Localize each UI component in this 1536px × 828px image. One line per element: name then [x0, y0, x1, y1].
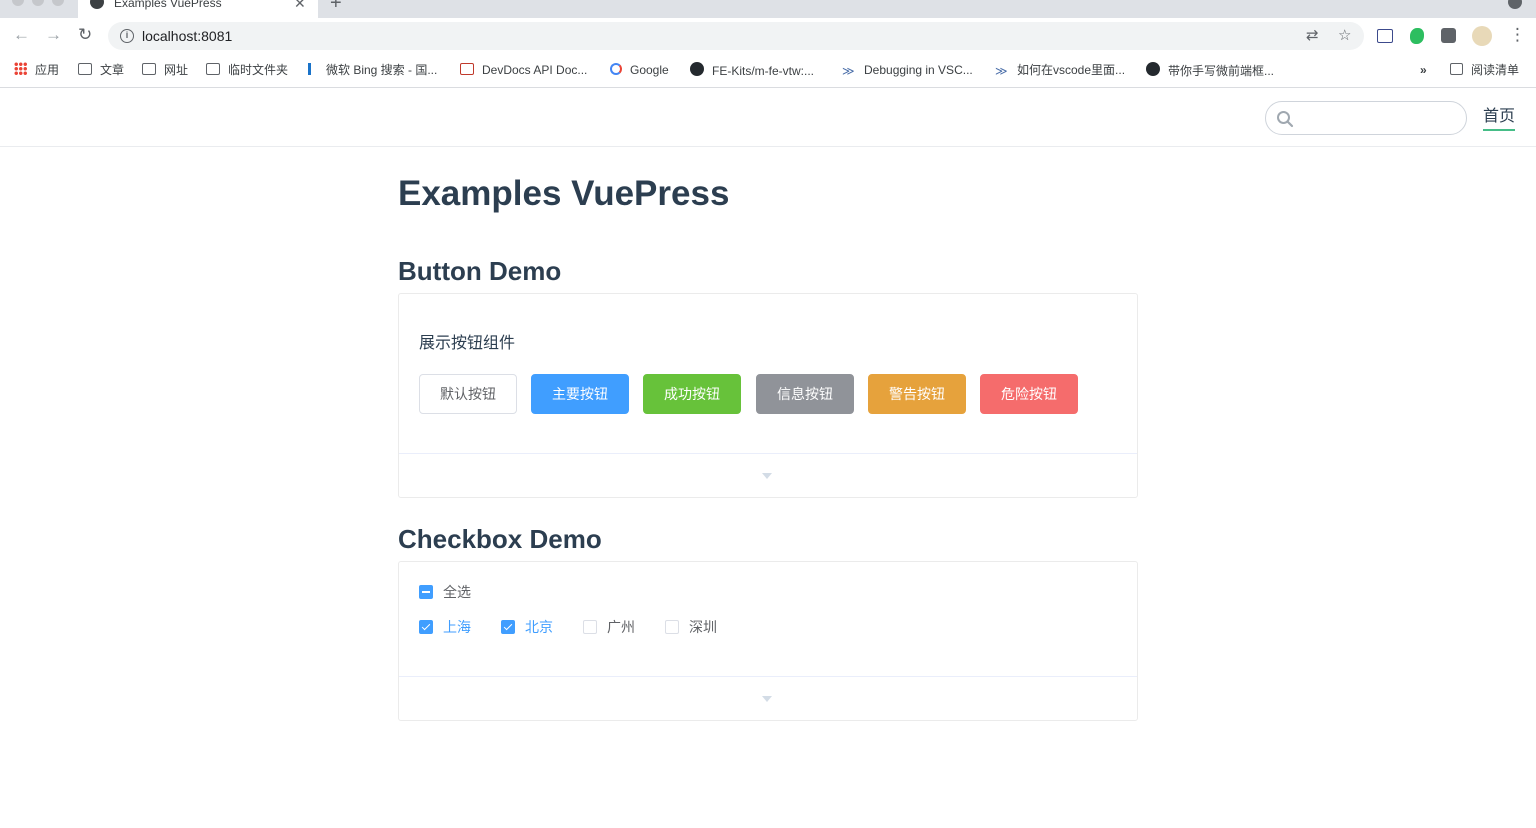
nav-link-home[interactable]: 首页 — [1483, 107, 1516, 131]
github-icon — [690, 62, 704, 76]
bookmarks-bar: 应用 文章 网址 临时文件夹 微软 Bing 搜索 - 国... DevDocs… — [0, 52, 1536, 88]
checkbox-icon[interactable] — [665, 620, 679, 634]
browser-toolbar: ← → ↻ i localhost:8081 ⇄ ☆ ⋮ — [0, 18, 1536, 52]
caret-down-icon — [762, 696, 772, 702]
bookmark-label: 如何在vscode里面... — [1017, 63, 1126, 77]
caret-down-icon — [762, 473, 772, 479]
search-icon — [1277, 111, 1294, 128]
bookmark-folder-articles[interactable]: 文章 — [78, 62, 124, 78]
folder-icon — [78, 63, 92, 75]
back-arrow-icon[interactable]: ← — [13, 26, 30, 44]
default-button[interactable]: 默认按钮 — [419, 374, 517, 414]
page-title: Examples VuePress — [398, 174, 730, 213]
browser-menu-icon[interactable]: ⋮ — [1509, 26, 1526, 44]
bookmark-label: 应用 — [35, 63, 60, 77]
google-icon — [610, 63, 622, 75]
bookmark-bing[interactable]: 微软 Bing 搜索 - 国... — [308, 62, 437, 78]
bing-icon — [308, 63, 318, 75]
bookmark-label: DevDocs API Doc... — [482, 63, 588, 77]
site-navbar: 首页 — [0, 89, 1536, 147]
reading-list-label: 阅读清单 — [1471, 63, 1520, 77]
bookmark-vscode-debugging[interactable]: ≫ Debugging in VSC... — [842, 62, 973, 78]
warning-button[interactable]: 警告按钮 — [868, 374, 966, 414]
bookmark-label: FE-Kits/m-fe-vtw:... — [712, 64, 814, 78]
apps-grid-icon — [14, 62, 27, 75]
address-url[interactable]: localhost:8081 — [142, 28, 232, 44]
folder-icon — [142, 63, 156, 75]
success-button[interactable]: 成功按钮 — [643, 374, 741, 414]
devdocs-icon — [460, 63, 474, 75]
bookmark-folder-sites[interactable]: 网址 — [142, 62, 188, 78]
bookmark-devdocs[interactable]: DevDocs API Doc... — [460, 62, 587, 78]
window-close-control[interactable] — [12, 0, 24, 6]
site-info-icon[interactable]: i — [120, 29, 134, 43]
new-tab-button[interactable]: + — [330, 0, 342, 13]
info-button[interactable]: 信息按钮 — [756, 374, 854, 414]
danger-button[interactable]: 危险按钮 — [980, 374, 1078, 414]
reading-list-icon — [1450, 63, 1463, 75]
window-minimize-control[interactable] — [32, 0, 44, 6]
checkbox-demo-block: 全选 上海 北京 广州 深圳 — [398, 561, 1138, 721]
bookmark-vscode-howto[interactable]: ≫ 如何在vscode里面... — [995, 62, 1125, 78]
bookmark-label: Google — [630, 63, 669, 77]
extensions-puzzle-icon[interactable] — [1441, 28, 1456, 43]
tab-manager-extension-icon[interactable] — [1377, 29, 1393, 43]
bookmark-star-icon[interactable]: ☆ — [1338, 27, 1351, 45]
button-demo-block: 展示按钮组件 默认按钮 主要按钮 成功按钮 信息按钮 警告按钮 危险按钮 — [398, 293, 1138, 498]
button-demo-expand-control[interactable] — [399, 453, 1137, 497]
checkbox-label: 广州 — [607, 619, 635, 635]
bookmark-label: 文章 — [100, 63, 125, 77]
github-icon — [1146, 62, 1160, 76]
bookmark-label: 带你手写微前端框... — [1168, 64, 1275, 78]
reload-icon[interactable]: ↻ — [78, 26, 92, 44]
bookmark-apps[interactable]: 应用 — [14, 62, 59, 78]
checkbox-label: 上海 — [443, 619, 471, 635]
bookmark-google[interactable]: Google — [610, 62, 669, 78]
bookmark-folder-temp[interactable]: 临时文件夹 — [206, 62, 288, 78]
tab-search-icon[interactable] — [1508, 0, 1522, 9]
checkbox-indeterminate-icon[interactable] — [419, 585, 433, 599]
bookmark-label: 网址 — [164, 63, 189, 77]
evernote-extension-icon[interactable] — [1410, 28, 1424, 44]
bookmark-github-microfrontend[interactable]: 带你手写微前端框... — [1146, 62, 1274, 79]
browser-tab-strip: Examples VuePress ✕ + — [0, 0, 1536, 18]
checkbox-demo-expand-control[interactable] — [399, 676, 1137, 720]
bookmark-label: 临时文件夹 — [228, 63, 289, 77]
chevrons-icon: ≫ — [995, 64, 1008, 78]
bookmark-label: Debugging in VSC... — [864, 63, 973, 77]
checkbox-label: 北京 — [525, 619, 553, 635]
forward-arrow-icon[interactable]: → — [45, 26, 62, 44]
primary-button[interactable]: 主要按钮 — [531, 374, 629, 414]
tab-title: Examples VuePress — [114, 0, 222, 10]
search-box[interactable] — [1265, 101, 1467, 135]
reading-list-button[interactable]: 阅读清单 — [1450, 62, 1519, 78]
profile-avatar[interactable] — [1472, 26, 1492, 46]
search-input[interactable] — [1300, 108, 1456, 128]
checkbox-icon[interactable] — [583, 620, 597, 634]
bookmark-github-fe-kits[interactable]: FE-Kits/m-fe-vtw:... — [690, 62, 814, 79]
button-demo-description: 展示按钮组件 — [419, 335, 516, 352]
translate-icon[interactable]: ⇄ — [1306, 27, 1319, 45]
checkbox-label: 深圳 — [689, 619, 717, 635]
checkbox-demo-heading: Checkbox Demo — [398, 524, 602, 554]
checkbox-icon[interactable] — [419, 620, 433, 634]
bookmark-label: 微软 Bing 搜索 - 国... — [326, 63, 438, 77]
bookmarks-overflow-button[interactable]: » — [1420, 62, 1427, 78]
tab-close-icon[interactable]: ✕ — [294, 0, 306, 12]
checkbox-icon[interactable] — [501, 620, 515, 634]
folder-icon — [206, 63, 220, 75]
chevrons-icon: ≫ — [842, 64, 855, 78]
window-zoom-control[interactable] — [52, 0, 64, 6]
browser-tab[interactable]: Examples VuePress ✕ — [78, 0, 318, 18]
button-demo-heading: Button Demo — [398, 256, 562, 286]
address-bar[interactable]: i localhost:8081 ⇄ ☆ — [108, 22, 1364, 50]
globe-icon — [90, 0, 104, 9]
select-all-label: 全选 — [443, 584, 471, 600]
